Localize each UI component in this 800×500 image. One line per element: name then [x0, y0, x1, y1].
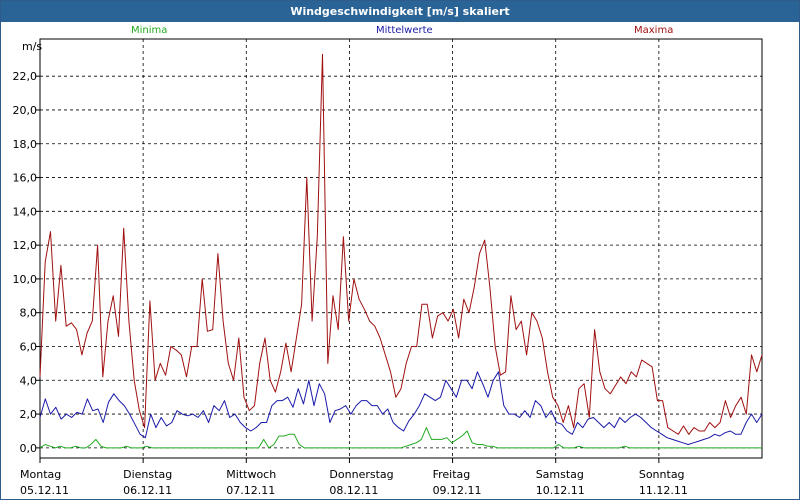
series-line-mittelwerte [39, 371, 763, 445]
y-tick-label: 14,0 [13, 205, 38, 218]
y-tick-label: 22,0 [13, 70, 38, 83]
y-tick-label: 8,0 [20, 307, 38, 320]
y-tick-label: 16,0 [13, 172, 38, 185]
x-tick-date-label: 08.12.11 [329, 484, 378, 497]
y-tick-label: 4,0 [20, 374, 38, 387]
y-tick-label: 10,0 [13, 273, 38, 286]
y-tick-label: 12,0 [13, 239, 38, 252]
x-tick-date-label: 09.12.11 [433, 484, 482, 497]
x-tick-date-label: 10.12.11 [536, 484, 585, 497]
plot-area [39, 38, 763, 459]
x-tick-date-label: 07.12.11 [226, 484, 275, 497]
y-tick-label: 6,0 [20, 340, 38, 353]
x-tick-date-label: 06.12.11 [123, 484, 172, 497]
x-tick-date-label: 05.12.11 [20, 484, 69, 497]
x-tick-date-label: 11.12.11 [639, 484, 688, 497]
x-tick-day-label: Donnerstag [329, 468, 393, 481]
y-tick-label: 0,0 [20, 442, 38, 455]
y-tick-label: 2,0 [20, 408, 38, 421]
x-tick-day-label: Dienstag [123, 468, 172, 481]
y-tick-label: 18,0 [13, 138, 38, 151]
y-axis-label: m/s [22, 40, 42, 53]
series-line-maxima [39, 53, 763, 435]
series-line-minima [39, 427, 762, 449]
x-tick-day-label: Mittwoch [226, 468, 276, 481]
x-tick-day-label: Montag [20, 468, 61, 481]
x-tick-day-label: Sonntag [639, 468, 685, 481]
x-tick-day-label: Samstag [536, 468, 584, 481]
x-tick-day-label: Freitag [433, 468, 471, 481]
y-tick-label: 20,0 [13, 104, 38, 117]
wind-speed-chart: 0,0 2,0 4,0 6,0 8,0 10,0 12,0 14,0 16,0 18,0 20,0 2… [13, 38, 763, 497]
